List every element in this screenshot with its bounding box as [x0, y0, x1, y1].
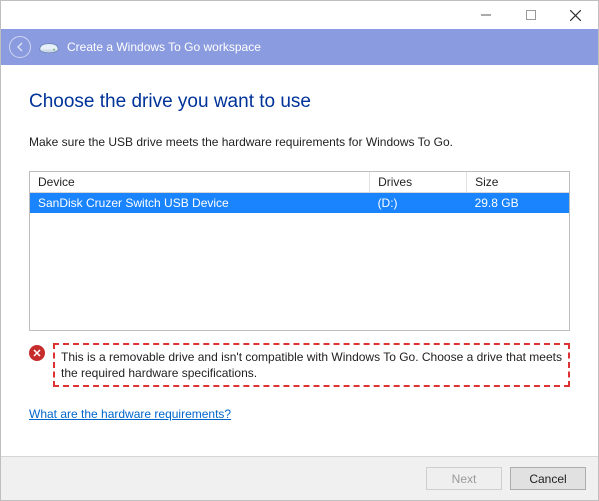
column-header-size[interactable]: Size — [467, 172, 569, 193]
minimize-button[interactable] — [463, 1, 508, 29]
cell-size: 29.8 GB — [467, 193, 569, 214]
wizard-header: Create a Windows To Go workspace — [1, 29, 598, 65]
error-message: ✕ This is a removable drive and isn't co… — [29, 343, 570, 387]
wizard-footer: Next Cancel — [1, 456, 598, 500]
maximize-icon — [526, 10, 536, 20]
wizard-window: Create a Windows To Go workspace Choose … — [0, 0, 599, 501]
drive-list[interactable]: Device Drives Size SanDisk Cruzer Switch… — [29, 171, 570, 331]
cell-drives: (D:) — [370, 193, 467, 214]
back-button[interactable] — [9, 36, 31, 58]
table-row[interactable]: SanDisk Cruzer Switch USB Device (D:) 29… — [30, 193, 569, 214]
drive-table: Device Drives Size SanDisk Cruzer Switch… — [30, 172, 569, 213]
column-header-drives[interactable]: Drives — [370, 172, 467, 193]
column-header-device[interactable]: Device — [30, 172, 370, 193]
window-titlebar — [1, 1, 598, 29]
wizard-content: Choose the drive you want to use Make su… — [1, 65, 598, 456]
back-arrow-icon — [14, 41, 26, 53]
instruction-text: Make sure the USB drive meets the hardwa… — [29, 135, 570, 149]
page-heading: Choose the drive you want to use — [29, 91, 570, 113]
cell-device: SanDisk Cruzer Switch USB Device — [30, 193, 370, 214]
error-text: This is a removable drive and isn't comp… — [53, 343, 570, 387]
minimize-icon — [481, 10, 491, 20]
close-icon — [570, 10, 581, 21]
wizard-title: Create a Windows To Go workspace — [67, 40, 261, 54]
hardware-requirements-link[interactable]: What are the hardware requirements? — [29, 407, 570, 421]
close-button[interactable] — [553, 1, 598, 29]
error-icon: ✕ — [29, 345, 45, 361]
drive-icon — [39, 39, 59, 55]
next-button: Next — [426, 467, 502, 490]
cancel-button[interactable]: Cancel — [510, 467, 586, 490]
maximize-button[interactable] — [508, 1, 553, 29]
